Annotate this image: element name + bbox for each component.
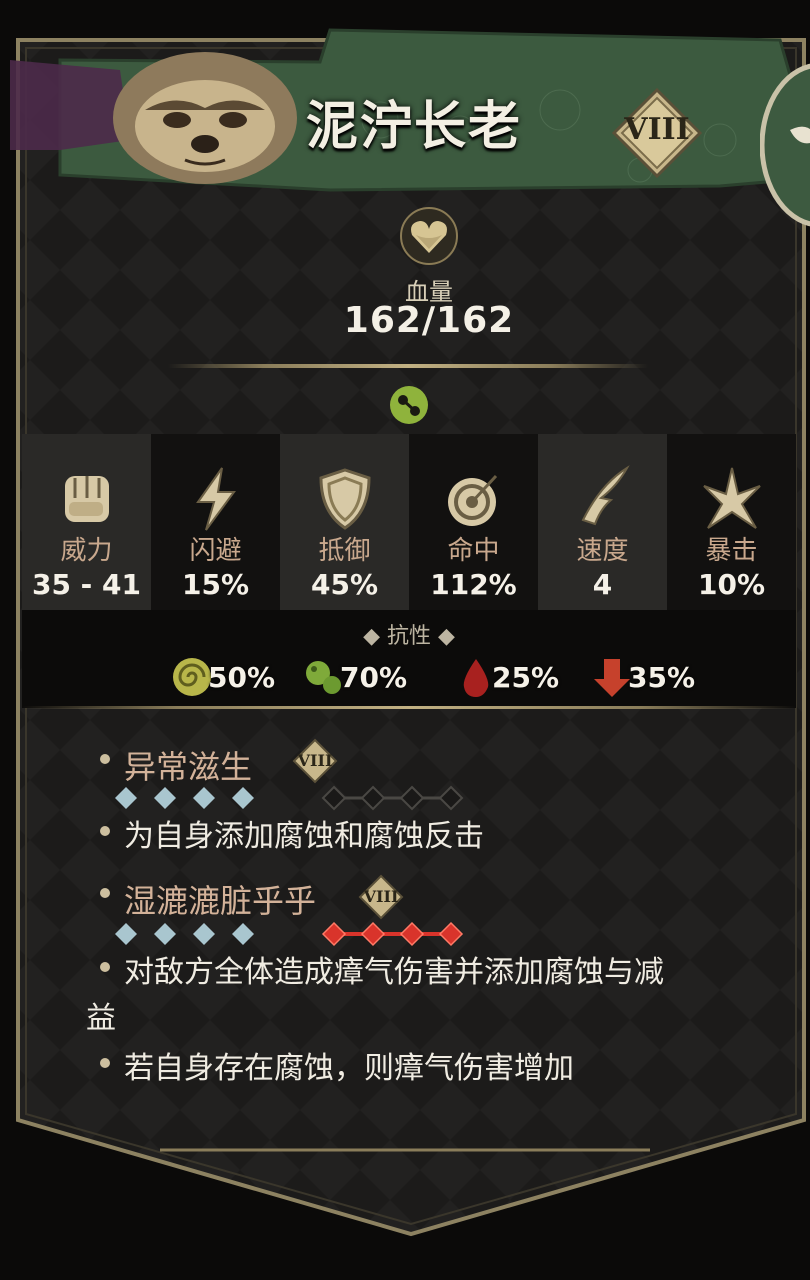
bullet [100, 754, 110, 764]
skill-rank-label: VIII [363, 887, 399, 906]
skill-position-pips [115, 787, 254, 809]
stat-accuracy: 命中 112% [409, 434, 538, 610]
stat-value: 112% [430, 568, 517, 601]
fist-icon [64, 476, 109, 522]
stat-value: 35 - 41 [31, 568, 142, 601]
stat-label: 威力 [60, 536, 113, 566]
resistance-value: 35% [628, 660, 696, 694]
resistance-disease: 70% [302, 654, 407, 700]
stat-value: 15% [181, 568, 250, 601]
section-divider [168, 364, 648, 368]
stat-label: 暴击 [705, 536, 758, 566]
section-divider [22, 706, 796, 709]
character-portrait [113, 52, 297, 184]
character-name: 泥泞长老 [306, 96, 523, 157]
stat-defense: 抵御 45% [280, 434, 409, 610]
health-value: 162/162 [343, 300, 515, 341]
stat-value: 45% [310, 568, 379, 601]
heart-icon [400, 207, 458, 265]
stat-speed: 速度 4 [538, 434, 667, 610]
resistance-debuff: 35% [590, 654, 695, 700]
resistances-title: ◆ 抗性 ◆ [363, 624, 455, 649]
skill-rank-label: VIII [297, 751, 333, 770]
resistance-bleed: 25% [454, 654, 559, 700]
stat-value: 4 [592, 568, 613, 601]
bullet [100, 888, 110, 898]
skill-description: 若自身存在腐蚀，则瘴气伤害增加 [124, 1051, 574, 1086]
shield-icon [318, 468, 371, 530]
resistance-value: 70% [340, 660, 408, 694]
stat-dodge: 闪避 15% [151, 434, 280, 610]
skill-position-pips [115, 923, 254, 945]
class-icon [390, 386, 428, 424]
resistance-value: 50% [208, 660, 276, 694]
stat-label: 闪避 [189, 536, 242, 566]
resistance-blight: 50% [170, 654, 275, 700]
stat-value: 10% [697, 568, 766, 601]
stat-crit: 暴击 10% [667, 434, 796, 610]
stat-label: 命中 [447, 536, 500, 566]
bullet [100, 962, 110, 972]
wing-icon [581, 465, 630, 526]
burst-icon [702, 467, 761, 529]
target-icon [447, 474, 497, 526]
skill-description: 益 [86, 1001, 116, 1036]
skill-description: 对敌方全体造成瘴气伤害并添加腐蚀与减 [124, 955, 664, 990]
skill-target-pips [321, 785, 464, 811]
skill-description: 为自身添加腐蚀和腐蚀反击 [124, 819, 484, 854]
skill-name[interactable]: 湿漉漉脏乎乎 [124, 876, 316, 922]
bullet [100, 826, 110, 836]
lightning-icon [195, 467, 236, 531]
stats-panel: 威力 35 - 41 闪避 15% 抵御 45% 命中 112% 速度 4 暴击… [22, 434, 796, 610]
resistance-value: 25% [492, 660, 560, 694]
resistances-panel: ◆ 抗性 ◆ 50% 70% 25% 35% [22, 610, 796, 708]
faction-emblem-icon [760, 63, 810, 227]
rank-badge-label: VIII [624, 112, 690, 147]
skill-target-pips [321, 921, 464, 947]
skill-name[interactable]: 异常滋生 [124, 742, 252, 788]
stat-label: 抵御 [318, 536, 371, 566]
stat-power: 威力 35 - 41 [22, 434, 151, 610]
bullet [100, 1058, 110, 1068]
stat-label: 速度 [576, 536, 629, 566]
